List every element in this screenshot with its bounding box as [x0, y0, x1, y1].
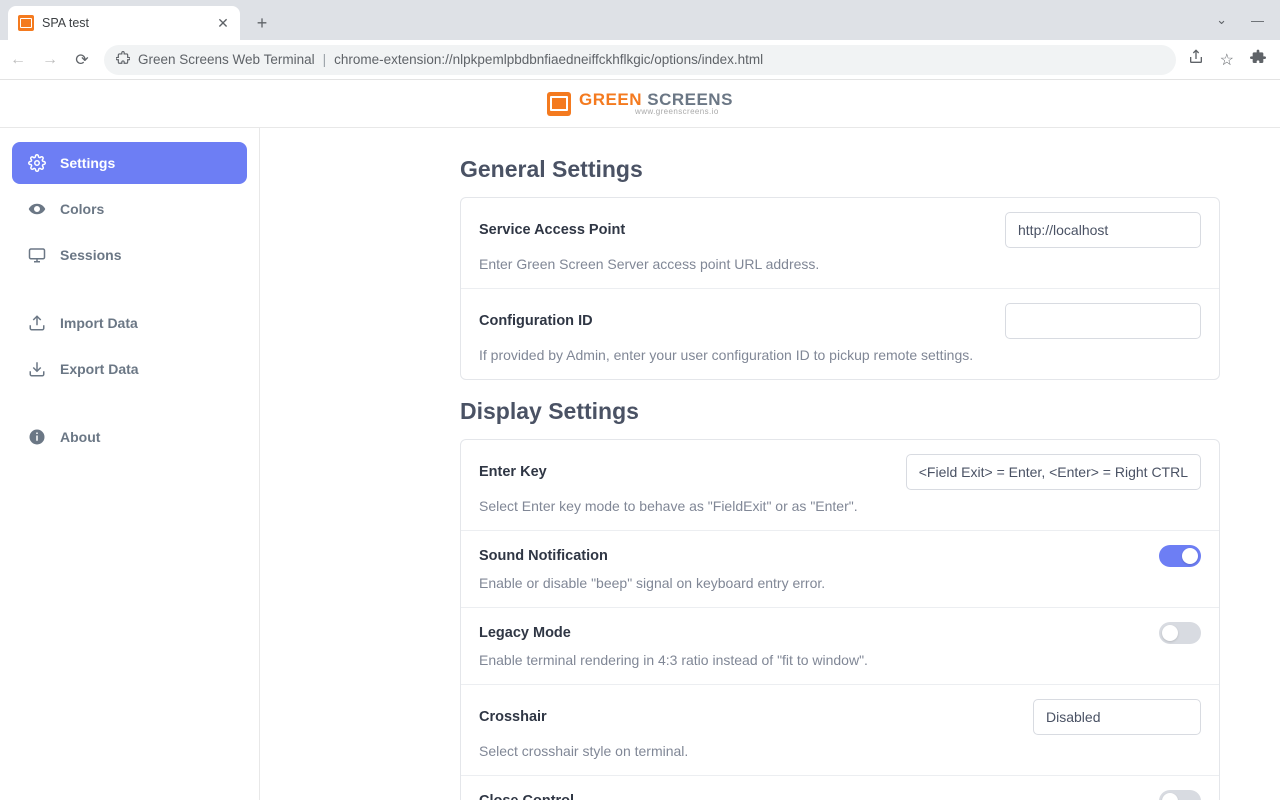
row-legacy-mode: Legacy Mode Enable terminal rendering in…	[461, 608, 1219, 685]
sidebar-item-label: Settings	[60, 155, 115, 171]
sidebar-item-import[interactable]: Import Data	[12, 302, 247, 344]
brand-logo-icon	[547, 92, 571, 116]
sidebar-item-label: Export Data	[60, 361, 139, 377]
legacy-mode-toggle[interactable]	[1159, 622, 1201, 644]
brand-wordmark: GREEN SCREENS www.greenscreens.io	[579, 91, 733, 116]
general-card: Service Access Point Enter Green Screen …	[460, 197, 1220, 380]
browser-toolbar: ← → ⟳ Green Screens Web Terminal | chrom…	[0, 40, 1280, 80]
row-description: Select crosshair style on terminal.	[479, 743, 1201, 759]
row-label: Close Control	[479, 793, 574, 800]
minimize-icon[interactable]: —	[1251, 13, 1264, 28]
row-label: Enter Key	[479, 464, 547, 480]
info-icon	[28, 428, 46, 446]
address-extension-name: Green Screens Web Terminal	[138, 52, 315, 67]
row-configuration-id: Configuration ID If provided by Admin, e…	[461, 289, 1219, 379]
browser-tab[interactable]: SPA test ✕	[8, 6, 240, 40]
row-label: Configuration ID	[479, 313, 593, 329]
row-close-control: Close Control Prevent from accidental cl…	[461, 776, 1219, 800]
sidebar-item-about[interactable]: About	[12, 416, 247, 458]
address-url: chrome-extension://nlpkpemlpbdbnfiaednei…	[334, 52, 1164, 67]
row-description: Select Enter key mode to behave as "Fiel…	[479, 498, 1201, 514]
tab-favicon	[18, 15, 34, 31]
close-control-toggle[interactable]	[1159, 790, 1201, 800]
tab-title: SPA test	[42, 16, 208, 30]
sidebar-item-label: About	[60, 429, 100, 445]
row-label: Crosshair	[479, 709, 547, 725]
share-icon[interactable]	[1188, 49, 1204, 70]
row-service-access-point: Service Access Point Enter Green Screen …	[461, 198, 1219, 289]
row-sound-notification: Sound Notification Enable or disable "be…	[461, 531, 1219, 608]
row-description: Enter Green Screen Server access point U…	[479, 256, 1201, 272]
section-title-display: Display Settings	[460, 398, 1220, 425]
row-description: Enable terminal rendering in 4:3 ratio i…	[479, 652, 1201, 668]
tab-close-icon[interactable]: ✕	[216, 16, 230, 30]
sound-notification-toggle[interactable]	[1159, 545, 1201, 567]
address-bar[interactable]: Green Screens Web Terminal | chrome-exte…	[104, 45, 1176, 75]
sidebar: Settings Colors Sessions	[0, 128, 260, 800]
sidebar-item-colors[interactable]: Colors	[12, 188, 247, 230]
tab-bar: SPA test ✕ + ⌄ —	[0, 0, 1280, 40]
crosshair-select[interactable]: Disabled	[1033, 699, 1201, 735]
back-button[interactable]: ←	[8, 50, 28, 70]
row-enter-key: Enter Key <Field Exit> = Enter, <Enter> …	[461, 440, 1219, 531]
row-label: Sound Notification	[479, 548, 608, 564]
row-label: Service Access Point	[479, 222, 625, 238]
upload-icon	[28, 314, 46, 332]
extension-icon	[116, 51, 130, 68]
download-icon	[28, 360, 46, 378]
monitor-icon	[28, 246, 46, 264]
row-description: If provided by Admin, enter your user co…	[479, 347, 1201, 363]
eye-icon	[28, 200, 46, 218]
extensions-icon[interactable]	[1250, 49, 1266, 70]
service-access-point-input[interactable]	[1005, 212, 1201, 248]
settings-content: General Settings Service Access Point En…	[260, 128, 1280, 800]
gear-icon	[28, 154, 46, 172]
section-title-general: General Settings	[460, 156, 1220, 183]
sidebar-item-label: Colors	[60, 201, 104, 217]
display-card: Enter Key <Field Exit> = Enter, <Enter> …	[460, 439, 1220, 800]
row-crosshair: Crosshair Disabled Select crosshair styl…	[461, 685, 1219, 776]
new-tab-button[interactable]: +	[248, 9, 276, 37]
bookmark-star-icon[interactable]: ☆	[1220, 50, 1234, 70]
brand-header: GREEN SCREENS www.greenscreens.io	[0, 80, 1280, 128]
sidebar-item-label: Sessions	[60, 247, 121, 263]
forward-button[interactable]: →	[40, 50, 60, 70]
chevron-down-icon[interactable]: ⌄	[1216, 12, 1227, 28]
sidebar-item-settings[interactable]: Settings	[12, 142, 247, 184]
sidebar-item-export[interactable]: Export Data	[12, 348, 247, 390]
configuration-id-input[interactable]	[1005, 303, 1201, 339]
address-separator: |	[323, 52, 327, 67]
window-controls: ⌄ —	[1216, 0, 1280, 40]
row-description: Enable or disable "beep" signal on keybo…	[479, 575, 1201, 591]
reload-button[interactable]: ⟳	[72, 50, 92, 70]
sidebar-item-sessions[interactable]: Sessions	[12, 234, 247, 276]
sidebar-item-label: Import Data	[60, 315, 138, 331]
row-label: Legacy Mode	[479, 625, 571, 641]
enter-key-select[interactable]: <Field Exit> = Enter, <Enter> = Right CT…	[906, 454, 1201, 490]
